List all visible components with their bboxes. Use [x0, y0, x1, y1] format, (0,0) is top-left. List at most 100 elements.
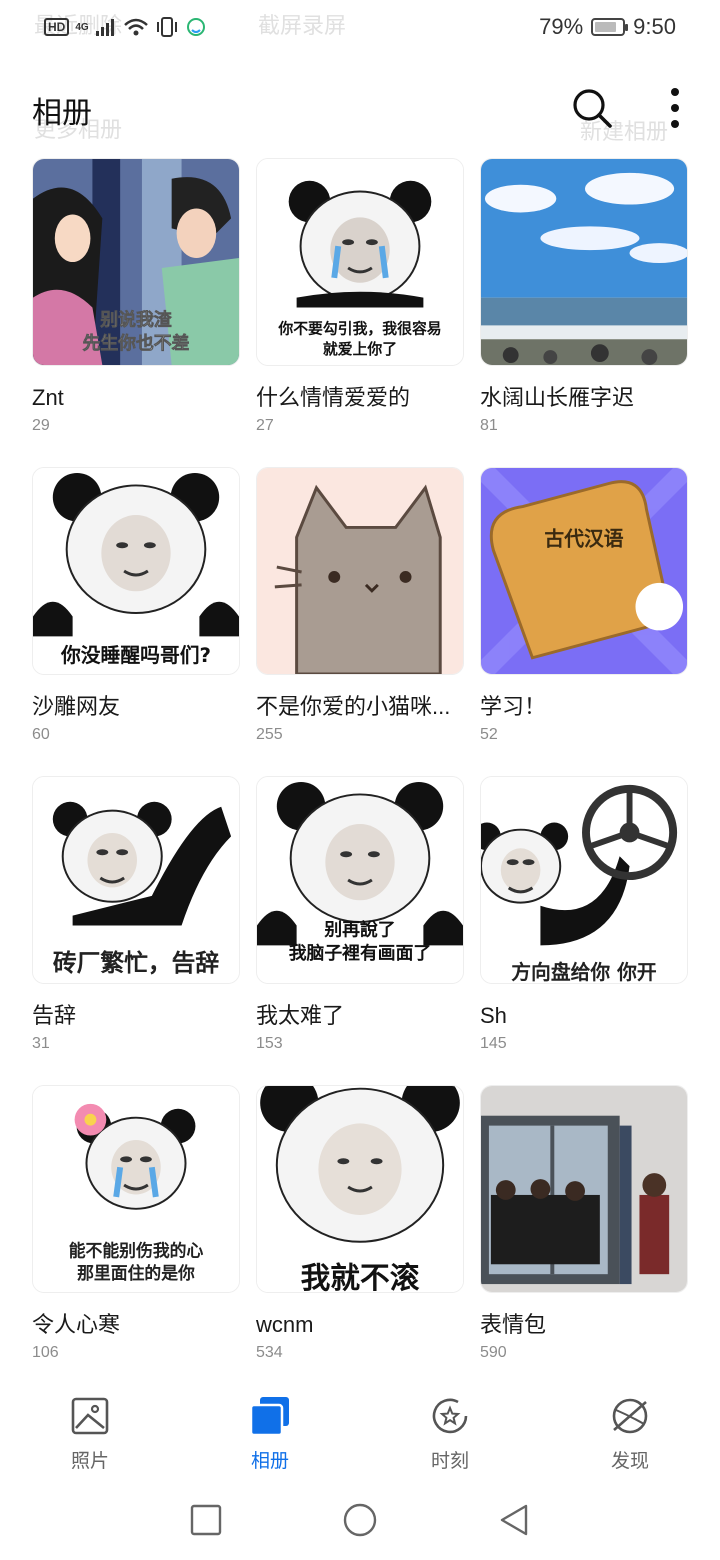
album-count: 255	[256, 726, 283, 743]
thumb-caption: 那里面住的是你	[77, 1263, 195, 1283]
status-icons-right: 79% 9:50	[539, 14, 676, 40]
signal-icon	[95, 19, 114, 36]
album-name: Znt	[32, 385, 64, 410]
system-navigation-bar	[0, 1480, 720, 1560]
thumb-caption: 先生你也不差	[83, 332, 190, 354]
thumbnail-panda-wheel: 方向盘给你 你开	[481, 777, 687, 983]
battery-fill	[595, 22, 617, 32]
album-thumbnail: 能不能别伤我的心 那里面住的是你	[32, 1085, 240, 1293]
album-name: 令人心寒	[32, 1312, 121, 1337]
nav-tab-photos[interactable]: 照片	[0, 1378, 180, 1478]
thumb-caption: 就爱上你了	[323, 340, 397, 358]
album-thumbnail: 古代汉语	[480, 467, 688, 675]
nav-tab-discover[interactable]: 发现	[540, 1378, 720, 1478]
home-circle-icon[interactable]	[338, 1498, 382, 1542]
album-name: 不是你爱的小猫咪...	[256, 694, 451, 719]
thumbnail-panda-face: 别再說了我脑子裡有画面了	[257, 777, 463, 983]
thumb-caption: 你没睡醒吗哥们?	[60, 644, 211, 667]
album-thumbnail: 我就不滚	[256, 1085, 464, 1293]
album-name: 学习！	[480, 694, 547, 719]
thumbnail-panda-big: 我就不滚	[257, 1086, 463, 1292]
album-count: 590	[480, 1344, 507, 1361]
album-count: 60	[32, 726, 50, 743]
thumb-caption: 别说我渣	[99, 308, 171, 330]
album-thumbnail	[480, 158, 688, 366]
album-thumbnail	[480, 1085, 688, 1293]
album-count: 27	[256, 417, 274, 434]
thumb-caption: 能不能别伤我的心	[69, 1240, 204, 1260]
album-thumbnail: 砖厂繁忙，告辞	[32, 776, 240, 984]
wifi-icon	[123, 18, 148, 36]
album-item[interactable]: 我就不滚 wcnm 534	[256, 1085, 464, 1394]
album-name: 我太难了	[256, 1003, 345, 1028]
nav-label-discover: 发现	[610, 1451, 649, 1472]
nav-label-photos: 照片	[70, 1451, 109, 1472]
album-thumbnail: 别再說了 我脑子裡有画面了	[256, 776, 464, 984]
thumbnail-window-photo	[481, 1086, 687, 1292]
album-item[interactable]: 你不要勾引我，我很容易 就爱上你了什么情情爱爱的 27	[256, 158, 464, 467]
status-icons-left: HD 4G	[44, 16, 207, 38]
nav-tab-albums[interactable]: 相册	[180, 1378, 360, 1478]
thumbnail-cat	[257, 468, 463, 674]
thumbnail-panda-wave: 砖厂繁忙，告辞	[33, 777, 239, 983]
status-bar: 最近删除 截屏录屏 HD 4G 79% 9:50	[0, 0, 720, 62]
album-count: 81	[480, 417, 498, 434]
album-item[interactable]: 不是你爱的小猫咪... 255	[256, 467, 464, 776]
album-count: 534	[256, 1344, 283, 1361]
more-vertical-icon[interactable]	[660, 86, 690, 130]
album-item[interactable]: 别说我渣 先生你也不差 Znt 29	[32, 158, 240, 467]
album-name: 告辞	[32, 1003, 77, 1028]
moments-icon	[432, 1398, 468, 1434]
album-grid: 别说我渣 先生你也不差 Znt 29 你不要勾引我，我很容易 就爱上你了什么情情爱爱的 2…	[32, 158, 688, 1394]
album-thumbnail: 你没睡醒吗哥们?	[32, 467, 240, 675]
network-type: 4G	[75, 21, 89, 33]
thumbnail-panda-flower: 能不能别伤我的心那里面住的是你	[33, 1086, 239, 1292]
page-title: 相册	[32, 97, 92, 130]
album-item[interactable]: 别再說了 我脑子裡有画面了 我太难了 153	[256, 776, 464, 1085]
vibrate-icon	[156, 17, 177, 37]
album-count: 106	[32, 1344, 59, 1361]
album-item[interactable]: 你没睡醒吗哥们? 沙雕网友 60	[32, 467, 240, 776]
thumbnail-panda-crying: 你不要勾引我，我很容易就爱上你了	[257, 159, 463, 365]
album-count: 29	[32, 417, 50, 434]
album-name: 水阔山长雁字迟	[480, 385, 635, 410]
search-icon[interactable]	[570, 86, 614, 130]
album-item[interactable]: 砖厂繁忙，告辞告辞 31	[32, 776, 240, 1085]
recents-square-icon[interactable]	[184, 1498, 228, 1542]
album-name: 什么情情爱爱的	[256, 385, 411, 410]
clock: 9:50	[633, 14, 676, 39]
hd-badge: HD	[44, 18, 70, 36]
album-thumbnail: 你不要勾引我，我很容易 就爱上你了	[256, 158, 464, 366]
discover-icon	[612, 1398, 648, 1434]
album-count: 31	[32, 1035, 50, 1052]
battery-icon	[591, 18, 629, 36]
app-notification-icon	[186, 18, 205, 36]
album-thumbnail: 方向盘给你 你开	[480, 776, 688, 984]
album-count: 52	[480, 726, 498, 743]
album-name: 沙雕网友	[32, 694, 121, 719]
album-item[interactable]: 水阔山长雁字迟 81	[480, 158, 688, 467]
ghost-text-screenshots: 截屏录屏	[258, 13, 347, 38]
album-name: Sh	[480, 1003, 507, 1028]
thumb-caption: 我就不滚	[301, 1261, 420, 1292]
battery-percent: 79%	[539, 14, 584, 39]
album-count: 145	[480, 1035, 507, 1052]
nav-label-moments: 时刻	[430, 1451, 469, 1472]
back-triangle-icon[interactable]	[492, 1498, 536, 1542]
photo-icon	[71, 1397, 109, 1435]
thumb-caption: 方向盘给你 你开	[511, 961, 657, 983]
album-item[interactable]: 方向盘给你 你开 Sh 145	[480, 776, 688, 1085]
albums-icon	[249, 1397, 289, 1437]
album-item[interactable]: 表情包 590	[480, 1085, 688, 1394]
thumbnail-panda-face: 你没睡醒吗哥们?	[33, 468, 239, 674]
album-item[interactable]: 古代汉语学习！ 52	[480, 467, 688, 776]
thumb-caption: 你不要勾引我，我很容易	[277, 319, 441, 337]
album-name: wcnm	[256, 1312, 314, 1337]
bottom-navigation: 照片 相册 时刻 发现	[0, 1378, 720, 1478]
nav-tab-moments[interactable]: 时刻	[360, 1378, 540, 1478]
thumb-caption: 砖厂繁忙，告辞	[53, 949, 220, 977]
thumbnail-toast-book: 古代汉语	[481, 468, 687, 674]
album-item[interactable]: 能不能别伤我的心 那里面住的是你令人心寒 106	[32, 1085, 240, 1394]
nav-label-albums: 相册	[250, 1451, 289, 1472]
thumbnail-seascape	[481, 159, 687, 365]
